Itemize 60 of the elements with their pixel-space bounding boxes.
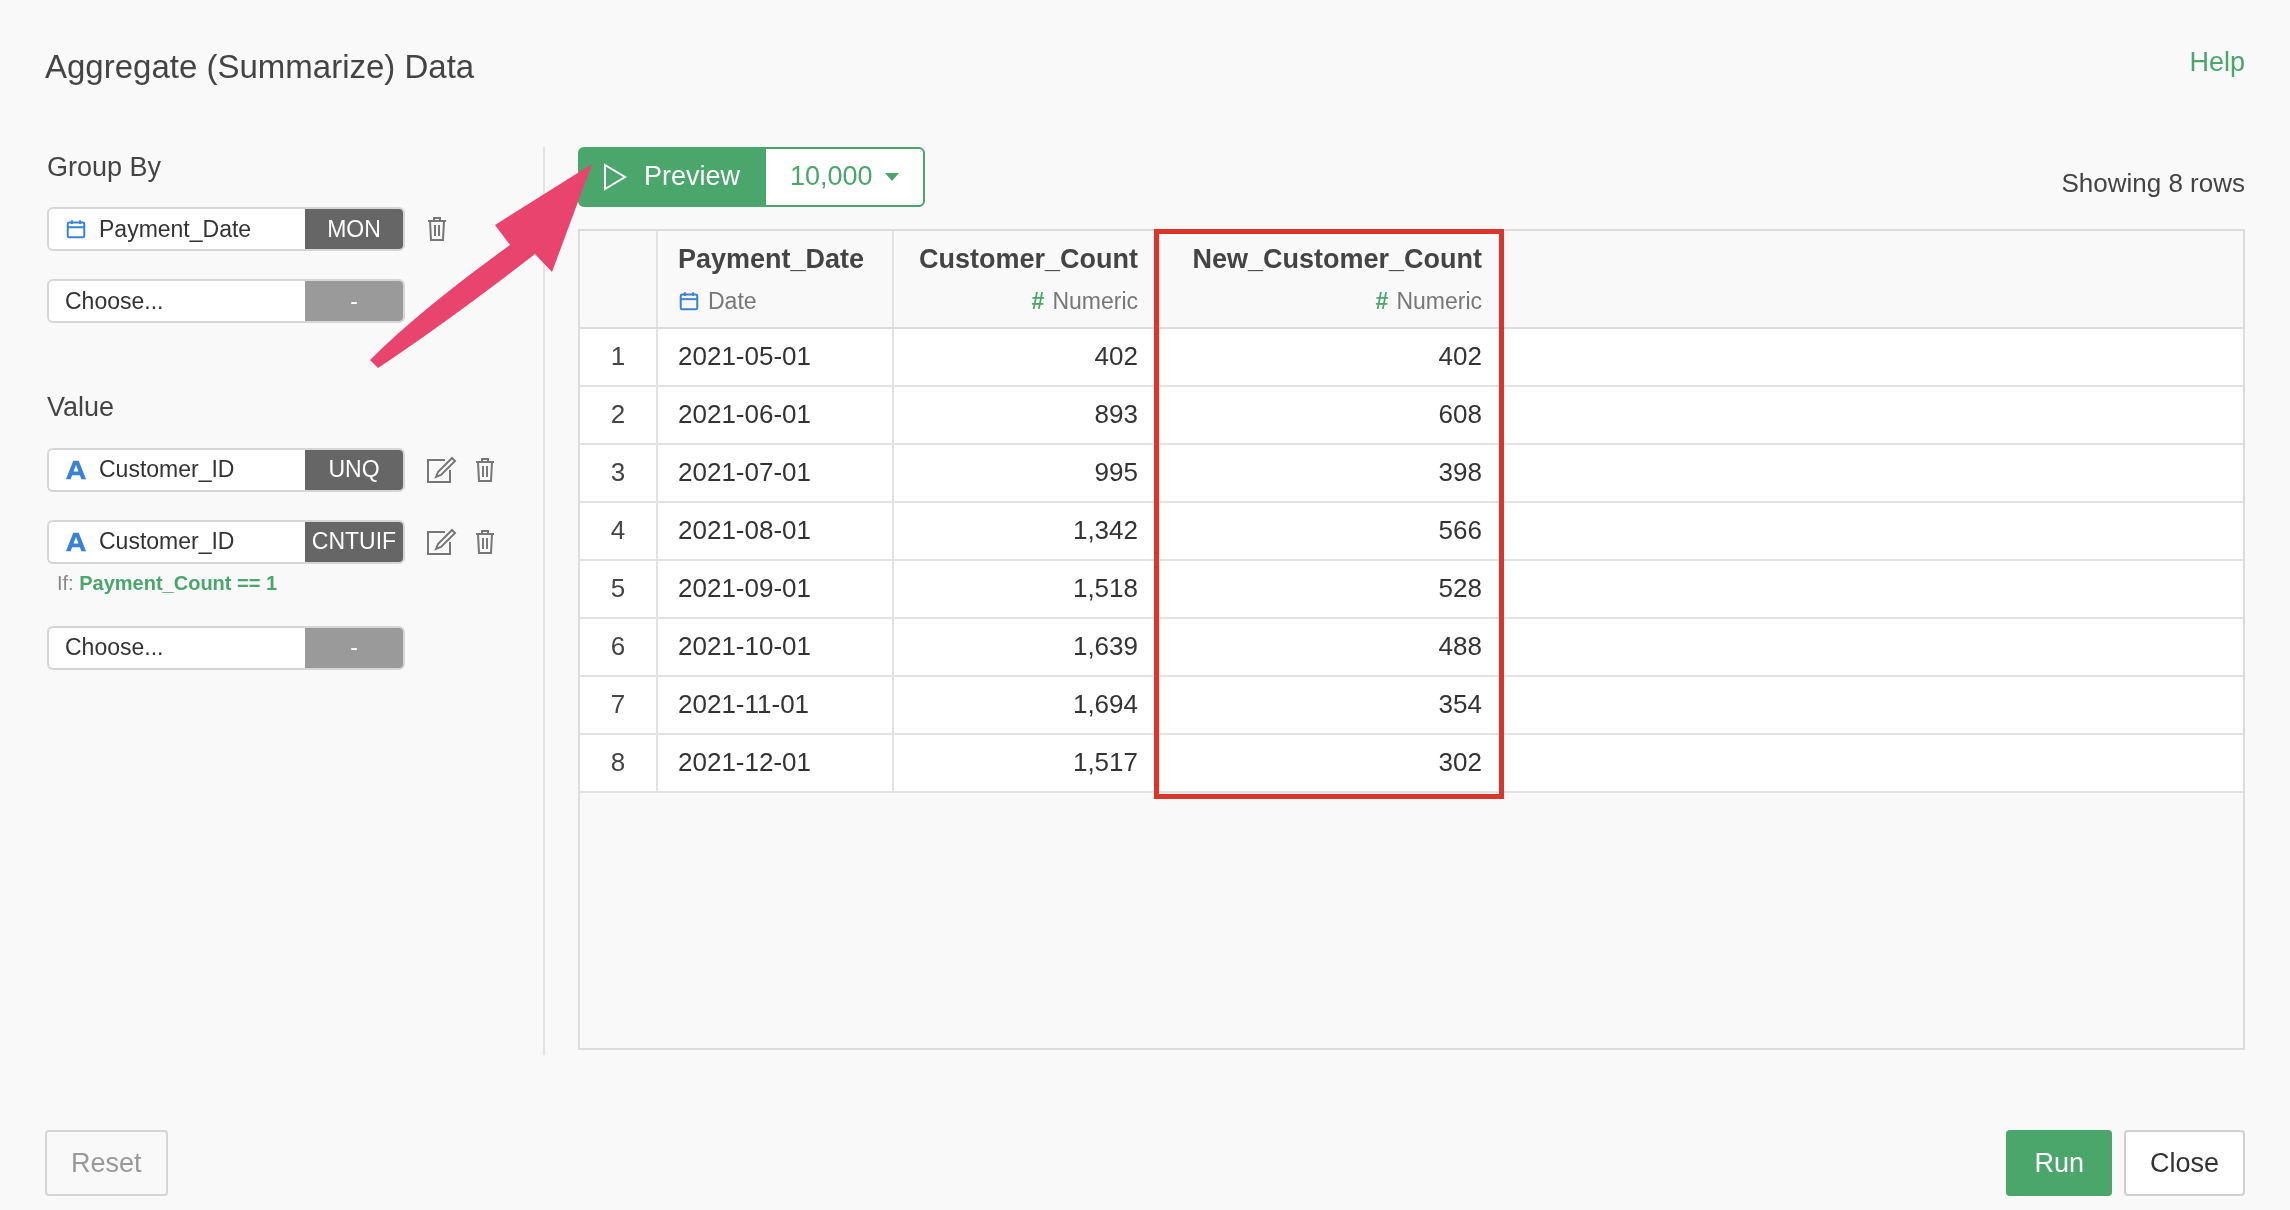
table-cell: 1,342 bbox=[894, 502, 1160, 559]
edit-icon[interactable] bbox=[425, 527, 457, 556]
table-cell: 2021-05-01 bbox=[658, 328, 894, 385]
table-cell: 995 bbox=[894, 444, 1160, 501]
field-name: Choose... bbox=[65, 633, 164, 663]
table-cell: 2021-12-01 bbox=[658, 734, 894, 791]
row-number: 8 bbox=[580, 734, 658, 791]
row-number: 1 bbox=[580, 328, 658, 385]
table-cell: 893 bbox=[894, 386, 1160, 443]
field-name: Payment_Date bbox=[99, 214, 252, 244]
section-label: Group By bbox=[47, 150, 163, 184]
function-badge[interactable]: MON bbox=[305, 209, 403, 249]
table-cell: 2021-09-01 bbox=[658, 560, 894, 617]
row-number: 2 bbox=[580, 386, 658, 443]
column-select[interactable]: Choose... - bbox=[47, 625, 405, 670]
row-number: 4 bbox=[580, 502, 658, 559]
table-cell: 1,518 bbox=[894, 560, 1160, 617]
function-badge[interactable]: CNTUIF bbox=[305, 521, 403, 562]
column-field[interactable]: Payment_Date MON bbox=[47, 207, 405, 251]
row-limit-dropdown[interactable]: 10,000 bbox=[764, 146, 925, 207]
close-button[interactable]: Close bbox=[2123, 1130, 2245, 1196]
text-type-icon bbox=[65, 530, 87, 553]
trash-icon[interactable] bbox=[425, 216, 449, 242]
preview-button[interactable]: Preview bbox=[578, 146, 765, 207]
table-cell: 2021-07-01 bbox=[658, 444, 894, 501]
column-header[interactable]: New_Customer_Count # Numeric bbox=[1160, 230, 1504, 327]
row-number: 3 bbox=[580, 444, 658, 501]
trash-icon[interactable] bbox=[473, 528, 497, 555]
column-field[interactable]: Customer_ID CNTUIF bbox=[47, 519, 405, 564]
condition-text: If: Payment_Count == 1 bbox=[56, 570, 279, 596]
row-count-text: Showing 8 rows bbox=[2061, 166, 2245, 200]
text-type-icon bbox=[65, 458, 87, 481]
table-cell: 1,517 bbox=[894, 734, 1160, 791]
function-badge[interactable]: UNQ bbox=[305, 449, 403, 490]
field-name: Customer_ID bbox=[99, 455, 235, 485]
calendar-icon bbox=[678, 289, 700, 312]
dialog-title: Aggregate (Summarize) Data bbox=[45, 47, 475, 87]
run-button[interactable]: Run bbox=[2006, 1130, 2112, 1196]
field-name: Choose... bbox=[65, 286, 164, 316]
table-cell: 1,639 bbox=[894, 618, 1160, 675]
edit-icon[interactable] bbox=[425, 455, 457, 484]
table-cell: 2021-11-01 bbox=[658, 676, 894, 733]
column-field[interactable]: Customer_ID UNQ bbox=[47, 447, 405, 492]
column-header[interactable]: Payment_Date Date bbox=[658, 230, 894, 327]
calendar-icon bbox=[65, 218, 87, 240]
section-label: Value bbox=[47, 391, 116, 424]
play-icon bbox=[602, 161, 628, 192]
table-cell: 2021-08-01 bbox=[658, 502, 894, 559]
row-number: 6 bbox=[580, 618, 658, 675]
row-number: 5 bbox=[580, 560, 658, 617]
table-cell: 1,694 bbox=[894, 676, 1160, 733]
table-cell: 2021-06-01 bbox=[658, 386, 894, 443]
column-select[interactable]: Choose... - bbox=[47, 279, 405, 323]
table-cell: 2021-10-01 bbox=[658, 618, 894, 675]
field-name: Customer_ID bbox=[99, 527, 235, 557]
table-cell: 402 bbox=[894, 328, 1160, 385]
row-number: 7 bbox=[580, 676, 658, 733]
trash-icon[interactable] bbox=[473, 456, 497, 483]
column-header[interactable]: Customer_Count # Numeric bbox=[894, 230, 1160, 327]
caret-icon bbox=[884, 172, 899, 181]
